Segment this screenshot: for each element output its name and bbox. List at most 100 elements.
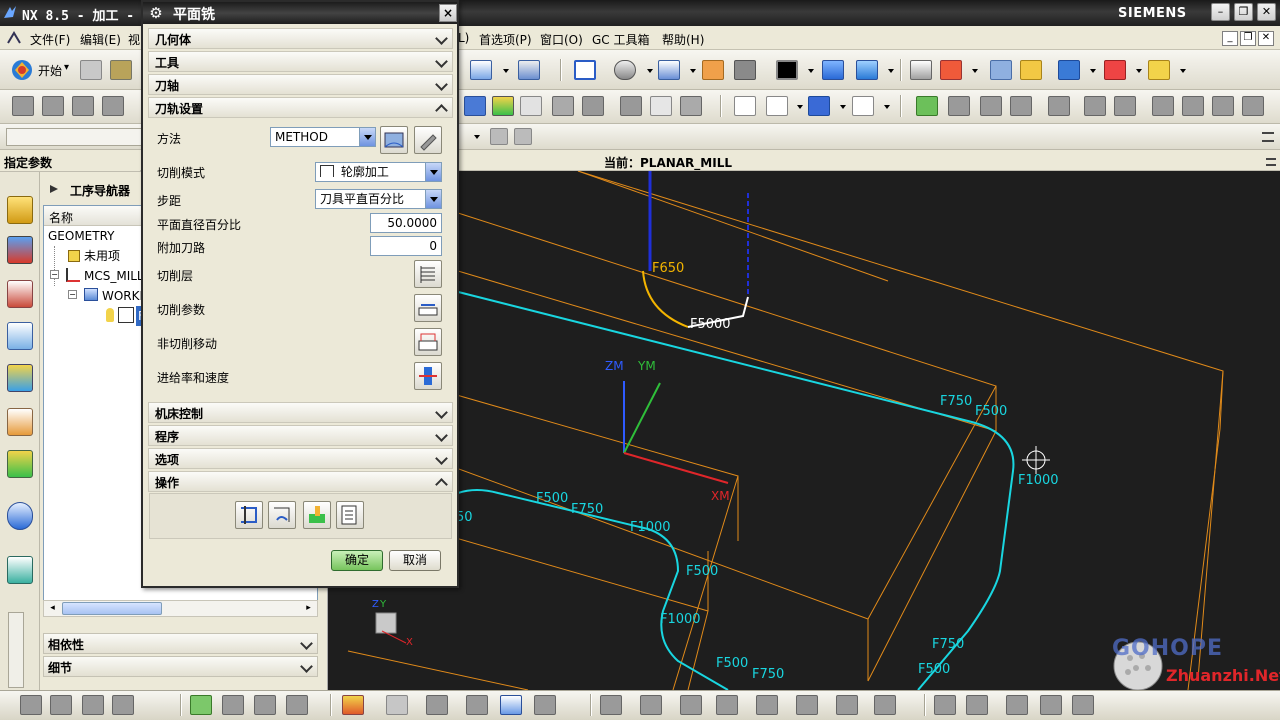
bottom-tool-14-icon[interactable] — [534, 695, 556, 715]
view-cube-icon[interactable] — [470, 60, 492, 80]
bottom-tool-13-icon[interactable] — [500, 695, 522, 715]
output-cls-icon[interactable] — [582, 96, 604, 116]
menu-gc-toolbox[interactable]: GC 工具箱 — [592, 31, 650, 48]
palette-icon[interactable] — [7, 450, 33, 478]
cut-levels-button[interactable] — [414, 260, 442, 288]
cancel-button[interactable]: 取消 — [389, 550, 441, 571]
bottom-tool-21-icon[interactable] — [836, 695, 858, 715]
feeds-speeds-button[interactable] — [414, 362, 442, 390]
section-machine-control[interactable]: 机床控制 — [148, 402, 453, 423]
feed-icon[interactable] — [680, 96, 702, 116]
transform-icon[interactable] — [620, 96, 642, 116]
edit-section-icon[interactable] — [702, 60, 724, 80]
cut-pattern-select[interactable]: 轮廓加工 — [315, 162, 442, 182]
open-file-icon[interactable] — [110, 60, 132, 80]
section-path-settings[interactable]: 刀轨设置 — [148, 97, 453, 118]
scroll-right-icon[interactable]: ▸ — [302, 602, 315, 615]
bottom-tool-27-icon[interactable] — [1072, 695, 1094, 715]
bottom-tool-11-icon[interactable] — [426, 695, 448, 715]
scroll-left-icon[interactable]: ◂ — [46, 602, 59, 615]
bottom-tool-15-icon[interactable] — [600, 695, 622, 715]
close-button[interactable]: ✕ — [1257, 3, 1276, 21]
pin-icon[interactable] — [48, 183, 60, 195]
verify-button[interactable] — [303, 501, 331, 529]
orient-view-icon[interactable] — [658, 60, 680, 80]
bottom-tool-18-icon[interactable] — [716, 695, 738, 715]
wcs-orient-icon[interactable] — [856, 60, 878, 80]
create-program-icon[interactable] — [12, 96, 34, 116]
section-tool[interactable]: 工具 — [148, 51, 453, 72]
bottom-tool-4-icon[interactable] — [112, 695, 134, 715]
list-button[interactable] — [336, 501, 364, 529]
tool-c-icon[interactable] — [1010, 96, 1032, 116]
snap-point-icon[interactable] — [940, 60, 962, 80]
dialog-close-button[interactable]: × — [439, 4, 457, 22]
reuse-library-icon[interactable] — [7, 408, 33, 436]
replay-icon[interactable] — [766, 96, 788, 116]
hide-icon[interactable] — [734, 60, 756, 80]
tool-i-icon[interactable] — [1212, 96, 1234, 116]
gear-icon[interactable]: ⚙ — [147, 4, 165, 22]
analysis-icon[interactable] — [1020, 60, 1042, 80]
menu-app-icon[interactable] — [6, 31, 22, 45]
machine-nav-icon[interactable] — [7, 364, 33, 392]
bottom-tool-16-icon[interactable] — [640, 695, 662, 715]
extra-passes-input[interactable]: 0 — [370, 236, 442, 256]
bottom-tool-17-icon[interactable] — [680, 695, 702, 715]
color-swatch-icon[interactable] — [776, 60, 798, 80]
simulate-icon[interactable] — [852, 96, 874, 116]
post-process-icon[interactable] — [520, 96, 542, 116]
bottom-tool-5-icon[interactable] — [190, 695, 212, 715]
mdi-restore-button[interactable]: ❐ — [1240, 31, 1256, 46]
graphics-options-icon[interactable] — [1266, 158, 1276, 166]
shop-doc-icon[interactable] — [552, 96, 574, 116]
section-geometry[interactable]: 几何体 — [148, 28, 453, 49]
collapse-workpiece-icon[interactable]: − — [68, 290, 77, 299]
info-icon[interactable] — [650, 96, 672, 116]
bottom-tool-19-icon[interactable] — [756, 695, 778, 715]
menu-window[interactable]: 窗口(O) — [540, 31, 583, 48]
create-geometry-icon[interactable] — [72, 96, 94, 116]
stepover-select[interactable]: 刀具平直百分比 — [315, 189, 442, 209]
shaded-icon[interactable] — [614, 60, 636, 80]
edit-method-button[interactable] — [414, 126, 442, 154]
fit-view-icon[interactable] — [574, 60, 596, 80]
ok-button[interactable]: 确定 — [331, 550, 383, 571]
navigator-hscrollbar[interactable]: ◂ ▸ — [43, 600, 318, 617]
chevron-down-icon[interactable] — [359, 128, 375, 146]
bottom-tool-7-icon[interactable] — [254, 695, 276, 715]
bottom-tool-9-icon[interactable] — [342, 695, 364, 715]
bottom-tool-24-icon[interactable] — [966, 695, 988, 715]
toolbar-options-icon[interactable] — [1262, 132, 1274, 142]
menu-file[interactable]: 文件(F) — [30, 31, 70, 48]
constraint-nav-icon[interactable] — [7, 236, 33, 264]
non-cutting-moves-button[interactable] — [414, 328, 442, 356]
panel-dependencies[interactable]: 相依性 — [43, 633, 318, 654]
tool-h-icon[interactable] — [1182, 96, 1204, 116]
method-select[interactable]: METHOD — [270, 127, 376, 147]
bottom-tool-26-icon[interactable] — [1040, 695, 1062, 715]
type-filter-select[interactable] — [6, 128, 146, 146]
point-snap-icon[interactable] — [1104, 60, 1126, 80]
wcs-icon[interactable] — [822, 60, 844, 80]
bottom-tool-22-icon[interactable] — [874, 695, 896, 715]
operation-nav-icon[interactable] — [7, 322, 33, 350]
bottom-tool-23-icon[interactable] — [934, 695, 956, 715]
chevron-down-icon[interactable] — [425, 190, 441, 208]
measure-icon[interactable] — [990, 60, 1012, 80]
menu-help[interactable]: 帮助(H) — [662, 31, 704, 48]
bottom-tool-3-icon[interactable] — [82, 695, 104, 715]
tool-f-icon[interactable] — [1114, 96, 1136, 116]
cut-params-button[interactable] — [414, 294, 442, 322]
verify-path-icon[interactable] — [492, 96, 514, 116]
display-path-icon[interactable] — [734, 96, 756, 116]
bottom-tool-1-icon[interactable] — [20, 695, 42, 715]
assembly-nav-icon[interactable] — [7, 196, 33, 224]
menu-preferences[interactable]: 首选项(P) — [479, 31, 532, 48]
part-nav-icon[interactable] — [7, 280, 33, 308]
tree-row-mcs-mill[interactable]: MCS_MILL — [84, 266, 144, 286]
start-button[interactable]: 开始 — [38, 62, 62, 79]
tool-d-icon[interactable] — [1048, 96, 1070, 116]
dialog-title-bar[interactable]: ⚙ 平面铣 × — [143, 2, 457, 24]
select-b-icon[interactable] — [514, 128, 532, 145]
